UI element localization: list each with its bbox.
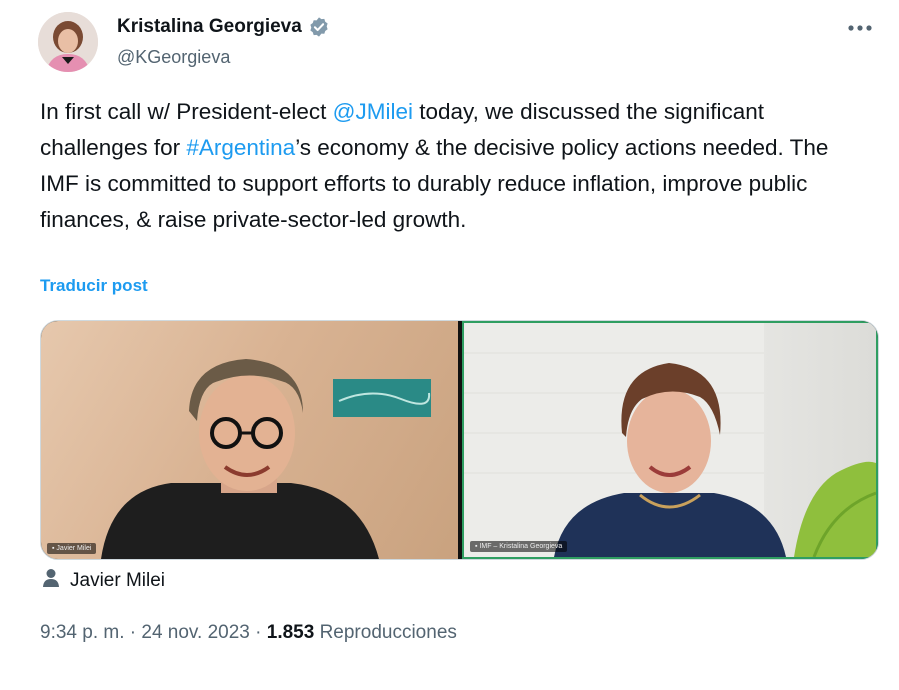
post-meta: 9:34 p. m. · 24 nov. 2023 · 1.853 Reprod… [40, 622, 457, 644]
hashtag-link[interactable]: #Argentina [186, 135, 295, 160]
video-call-tile-left: ▪ Javier Milei [41, 321, 458, 559]
mention-link[interactable]: @JMilei [333, 99, 413, 124]
views-label: Reproducciones [314, 622, 457, 643]
author-name[interactable]: Kristalina Georgieva [117, 16, 302, 38]
author-name-row: Kristalina Georgieva [117, 16, 330, 38]
tile-name-label: ▪ IMF – Kristalina Georgieva [470, 541, 568, 552]
post-time[interactable]: 9:34 p. m. [40, 622, 125, 643]
post-media-image[interactable]: ▪ Javier Milei ▪ IMF – Kristalina Georgi… [40, 320, 879, 560]
author-avatar[interactable] [38, 12, 98, 72]
verified-badge-icon [308, 16, 330, 38]
tile-name-label: ▪ Javier Milei [47, 543, 97, 554]
author-handle[interactable]: @KGeorgieva [117, 47, 230, 68]
translate-post-link[interactable]: Traducir post [40, 276, 148, 296]
media-tag-name[interactable]: Javier Milei [70, 570, 165, 592]
meta-separator: · [249, 622, 267, 643]
views-count: 1.853 [266, 622, 315, 643]
meta-separator: · [124, 622, 142, 643]
post-date[interactable]: 24 nov. 2023 [141, 622, 249, 643]
more-options-icon[interactable] [847, 12, 873, 38]
post-text: In first call w/ President-elect @JMilei… [40, 94, 860, 238]
post-text-segment: In first call w/ President-elect [40, 99, 333, 124]
person-tag-icon [42, 568, 60, 594]
media-tag[interactable]: Javier Milei [42, 568, 165, 594]
video-call-tile-right: ▪ IMF – Kristalina Georgieva [462, 321, 878, 559]
